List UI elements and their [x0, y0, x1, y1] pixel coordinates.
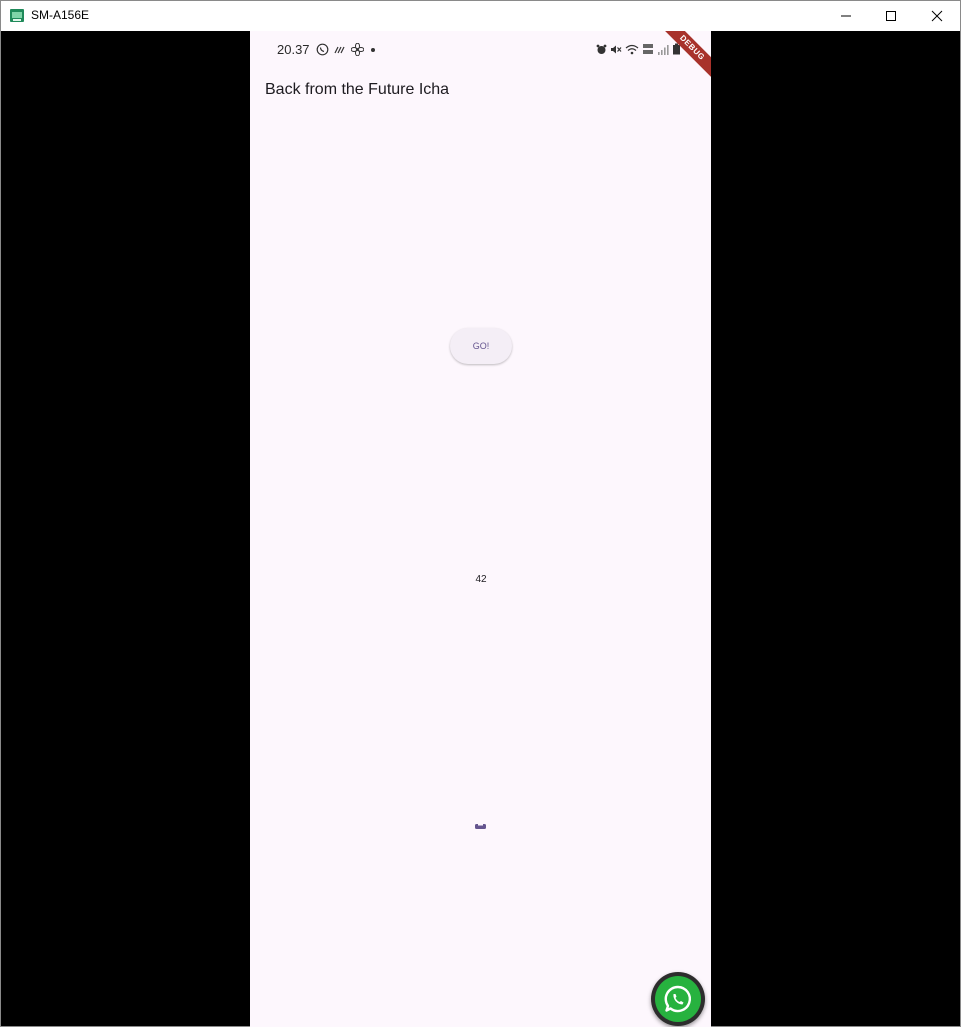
app-icon [10, 9, 24, 22]
page-title: Back from the Future Icha [265, 81, 450, 98]
close-button[interactable] [914, 1, 960, 31]
signal-wave-icon [334, 46, 345, 53]
minimize-icon [841, 15, 851, 17]
volte-icon [643, 44, 653, 54]
maximize-button[interactable] [868, 1, 914, 31]
status-right-icons [596, 43, 681, 55]
phone-screen: 20.37 DEBUG Back from the Future Icha GO… [250, 31, 711, 1027]
alarm-icon [596, 44, 607, 54]
minimize-button[interactable] [823, 1, 869, 31]
status-left-icons [316, 43, 377, 56]
progress-indicator [475, 824, 486, 829]
signal-icon [658, 44, 669, 55]
maximize-icon [886, 11, 896, 21]
fan-icon [351, 43, 364, 56]
debug-banner: DEBUG [655, 31, 711, 85]
window-title: SM-A156E [31, 8, 90, 22]
go-button[interactable]: GO! [450, 328, 512, 364]
wifi-icon [625, 44, 639, 54]
whatsapp-fab[interactable] [651, 972, 705, 1026]
close-icon [931, 10, 943, 22]
window-titlebar: SM-A156E [1, 1, 960, 31]
result-value: 42 [475, 574, 487, 585]
mute-icon [611, 45, 622, 53]
emulator-window: SM-A156E 20.37 DEBUG Back from the Futur… [0, 0, 961, 1027]
whatsapp-icon [664, 985, 691, 1013]
dot-icon [371, 47, 375, 52]
whatsapp-fab-inner [655, 976, 701, 1022]
status-time: 20.37 [277, 42, 310, 57]
whatsapp-icon [316, 43, 329, 56]
